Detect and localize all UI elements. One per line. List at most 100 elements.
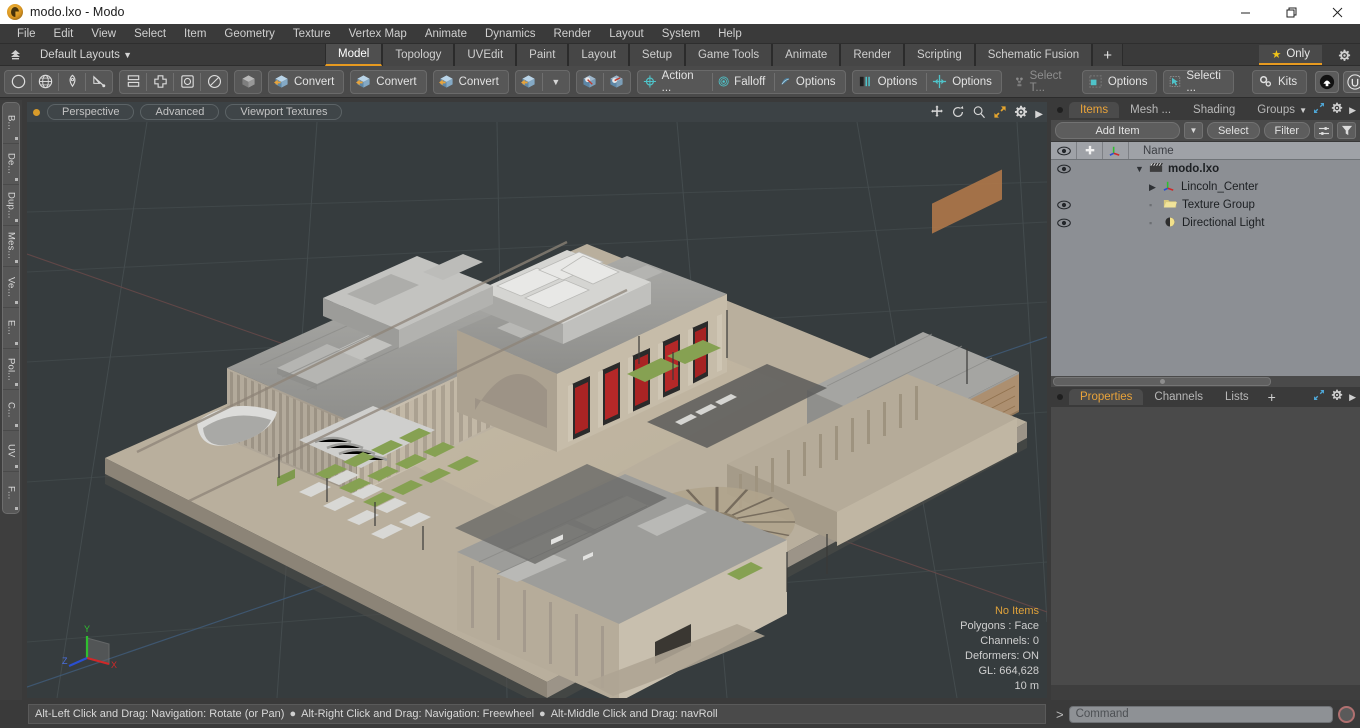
- items-list[interactable]: Name ▼ modo.lxo ▶ Lincoln_Center ▪ Textu…: [1051, 142, 1360, 387]
- disc-icon[interactable]: [202, 71, 226, 93]
- kits-button[interactable]: Kits: [1254, 71, 1305, 93]
- record-icon[interactable]: [1338, 705, 1355, 723]
- left-tab-fusion[interactable]: F...: [3, 472, 19, 513]
- row-axis-cell[interactable]: [1103, 196, 1129, 214]
- menu-edit[interactable]: Edit: [45, 26, 83, 42]
- convert-button-1[interactable]: Convert: [270, 71, 342, 93]
- menu-render[interactable]: Render: [544, 26, 600, 42]
- viewport-tab-perspective[interactable]: Perspective: [47, 104, 135, 120]
- chevron-down-icon[interactable]: ▼: [1299, 106, 1307, 115]
- expand-icon[interactable]: [1313, 388, 1325, 406]
- stack-icon[interactable]: [121, 71, 145, 93]
- row-visibility-toggle[interactable]: [1051, 214, 1077, 232]
- table-row[interactable]: ▼ modo.lxo: [1051, 160, 1360, 178]
- left-tab-vertex[interactable]: Ve...: [3, 267, 19, 308]
- row-name-cell[interactable]: ▪ Texture Group: [1129, 196, 1360, 214]
- menu-layout[interactable]: Layout: [600, 26, 653, 42]
- row-axis-cell[interactable]: [1103, 160, 1129, 178]
- chevron-right-icon[interactable]: ▶: [1349, 392, 1356, 403]
- left-tab-mesh-edit[interactable]: Mes...: [3, 226, 19, 267]
- left-tab-edge[interactable]: E...: [3, 308, 19, 349]
- menu-animate[interactable]: Animate: [416, 26, 476, 42]
- expand-icon[interactable]: [1313, 101, 1325, 119]
- add-item-dropdown-icon[interactable]: ▼: [1183, 122, 1203, 139]
- gear-icon[interactable]: [1331, 101, 1343, 119]
- row-name-cell[interactable]: ▶ Lincoln_Center: [1129, 178, 1360, 196]
- table-row[interactable]: ▶ Lincoln_Center: [1051, 178, 1360, 196]
- curve-tool-icon[interactable]: [87, 71, 111, 93]
- panel-add-tab-button[interactable]: +: [1260, 389, 1284, 405]
- panel-tab-lists[interactable]: Lists: [1214, 389, 1260, 405]
- row-visibility-toggle[interactable]: [1051, 196, 1077, 214]
- menu-file[interactable]: File: [8, 26, 45, 42]
- tab-model[interactable]: Model: [325, 44, 383, 66]
- gear-icon[interactable]: [1331, 388, 1343, 406]
- row-lock-cell[interactable]: [1077, 178, 1103, 196]
- tab-layout[interactable]: Layout: [568, 44, 629, 66]
- chevron-down-icon[interactable]: ▼: [544, 71, 568, 93]
- row-lock-cell[interactable]: [1077, 160, 1103, 178]
- properties-content[interactable]: [1051, 407, 1360, 685]
- left-tab-deform[interactable]: De...: [3, 144, 19, 185]
- panel-tab-properties[interactable]: Properties: [1069, 389, 1144, 405]
- select-button[interactable]: Select: [1206, 122, 1260, 139]
- left-tab-polygon[interactable]: Pol...: [3, 349, 19, 390]
- panel-tab-groups[interactable]: Groups: [1246, 102, 1306, 118]
- globe-icon[interactable]: [33, 71, 57, 93]
- lasso-options-button[interactable]: Options: [1084, 71, 1156, 93]
- unreal-badge-icon[interactable]: [1343, 70, 1360, 93]
- row-name-cell[interactable]: ▪ Directional Light: [1129, 214, 1360, 232]
- list-toggle-icon[interactable]: [1314, 122, 1333, 139]
- viewport-canvas[interactable]: Y X Z No Items Polygons : Face Channels:…: [27, 122, 1047, 698]
- menu-geometry[interactable]: Geometry: [215, 26, 284, 42]
- viewport-menu-dot-icon[interactable]: [33, 108, 40, 116]
- table-row[interactable]: ▪ Directional Light: [1051, 214, 1360, 232]
- tab-paint[interactable]: Paint: [516, 44, 569, 66]
- convert-button-3[interactable]: Convert: [435, 71, 507, 93]
- filter-button[interactable]: Filter: [1263, 122, 1310, 139]
- workplane-options-button[interactable]: Options: [928, 71, 1000, 93]
- left-tab-uv[interactable]: UV: [3, 431, 19, 472]
- home-up-icon[interactable]: [4, 45, 26, 65]
- menu-system[interactable]: System: [653, 26, 709, 42]
- row-lock-cell[interactable]: [1077, 196, 1103, 214]
- menu-dynamics[interactable]: Dynamics: [476, 26, 544, 42]
- menu-vertex-map[interactable]: Vertex Map: [340, 26, 416, 42]
- chevron-right-icon[interactable]: ▶: [1035, 109, 1043, 120]
- add-item-button[interactable]: Add Item: [1055, 122, 1180, 139]
- panel-tab-items[interactable]: Items: [1069, 102, 1120, 118]
- tab-scripting[interactable]: Scripting: [904, 44, 975, 66]
- menu-item[interactable]: Item: [175, 26, 215, 42]
- tab-game-tools[interactable]: Game Tools: [684, 44, 773, 66]
- panel-tab-shading[interactable]: Shading: [1182, 102, 1246, 118]
- menu-select[interactable]: Select: [125, 26, 175, 42]
- row-visibility-toggle[interactable]: [1051, 178, 1077, 196]
- command-input[interactable]: [1068, 705, 1333, 723]
- left-tab-basic[interactable]: B...: [3, 103, 19, 144]
- snap-options-button[interactable]: Options: [776, 71, 843, 93]
- scrollbar-thumb[interactable]: [1053, 377, 1271, 386]
- rounded-square-icon[interactable]: [175, 71, 199, 93]
- tab-uvedit[interactable]: UVEdit: [454, 44, 517, 66]
- snap-cube-alt-icon[interactable]: [605, 71, 629, 93]
- crosshair-box-icon[interactable]: [148, 71, 172, 93]
- panel-tab-channels[interactable]: Channels: [1143, 389, 1214, 405]
- symmetry-options-button[interactable]: Options: [854, 71, 926, 93]
- row-visibility-toggle[interactable]: [1051, 160, 1077, 178]
- tab-schematic-fusion[interactable]: Schematic Fusion: [974, 44, 1093, 66]
- snap-cube-icon[interactable]: [578, 71, 602, 93]
- modo-badge-icon[interactable]: [1315, 70, 1340, 93]
- menu-view[interactable]: View: [82, 26, 125, 42]
- falloff-button[interactable]: Falloff: [714, 71, 773, 93]
- layout-gear-icon[interactable]: [1334, 46, 1354, 64]
- row-lock-cell[interactable]: [1077, 214, 1103, 232]
- restore-icon[interactable]: [1268, 0, 1314, 24]
- convert-button-2[interactable]: Convert: [352, 71, 424, 93]
- add-tab-button[interactable]: +: [1092, 44, 1123, 66]
- row-axis-cell[interactable]: [1103, 214, 1129, 232]
- panel-tab-mesh[interactable]: Mesh ...: [1119, 102, 1182, 118]
- expander-icon[interactable]: ▶: [1149, 182, 1163, 193]
- table-row[interactable]: ▪ Texture Group: [1051, 196, 1360, 214]
- row-name-cell[interactable]: ▼ modo.lxo: [1129, 160, 1360, 178]
- selection-set-button[interactable]: Selecti ...: [1165, 70, 1232, 94]
